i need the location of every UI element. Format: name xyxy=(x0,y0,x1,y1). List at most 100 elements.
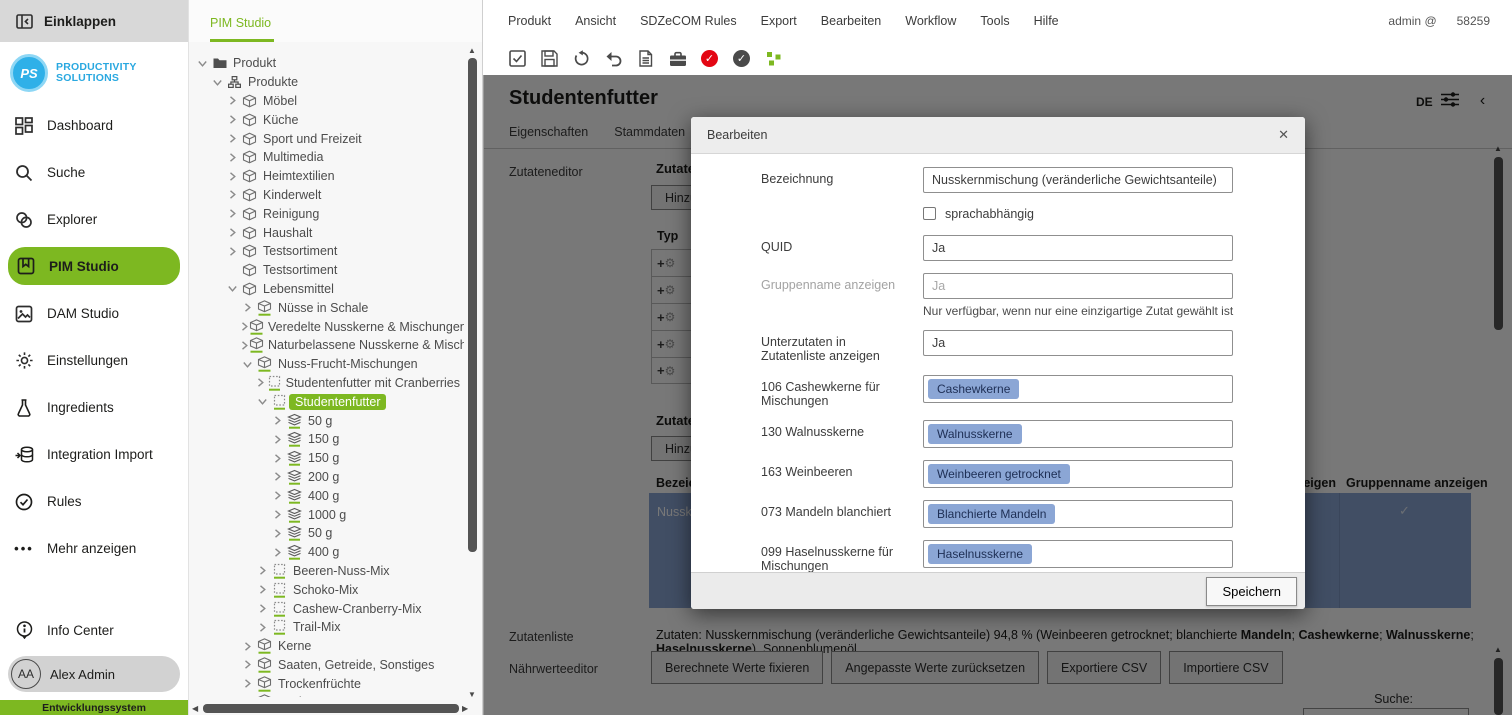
tree-node[interactable]: 50 g xyxy=(189,524,464,543)
tree-horizontal-scrollbar[interactable] xyxy=(203,704,459,713)
sidebar-item-pim-studio[interactable]: PIM Studio xyxy=(8,247,180,285)
chevron-right-icon[interactable] xyxy=(225,96,240,105)
tree-node[interactable]: 150 g xyxy=(189,449,464,468)
tree-scroll-right-icon[interactable]: ▶ xyxy=(462,705,468,713)
collapse-sidebar-button[interactable]: Einklappen xyxy=(0,0,188,42)
chevron-down-icon[interactable] xyxy=(195,59,210,68)
save-icon[interactable] xyxy=(540,49,559,68)
tree-node[interactable]: 200 g xyxy=(189,468,464,487)
sprachabhaengig-checkbox[interactable] xyxy=(923,207,936,220)
structure-icon[interactable] xyxy=(764,49,783,68)
tree-node[interactable]: Nüsse in Schale xyxy=(189,298,464,317)
tree-node[interactable]: Multimedia xyxy=(189,148,464,167)
chevron-down-icon[interactable] xyxy=(210,78,225,87)
menu-ansicht[interactable]: Ansicht xyxy=(575,14,616,28)
tree-node[interactable]: Veredelte Nusskerne & Mischungen xyxy=(189,317,464,336)
tree-node[interactable]: Studentenfutter xyxy=(189,392,464,411)
zutat-130-input[interactable]: Walnusskerne xyxy=(923,420,1233,448)
user-menu[interactable]: AA Alex Admin xyxy=(8,656,180,692)
tree-node[interactable]: Kinderwelt xyxy=(189,186,464,205)
tree-node[interactable]: Beeren-Nuss-Mix xyxy=(189,562,464,581)
zutat-099-input[interactable]: Haselnusskerne xyxy=(923,540,1233,568)
document-icon[interactable] xyxy=(636,49,655,68)
chevron-right-icon[interactable] xyxy=(270,472,285,481)
menu-workflow[interactable]: Workflow xyxy=(905,14,956,28)
tree-node[interactable]: 400 g xyxy=(189,486,464,505)
tree-node[interactable]: Studentenfutter mit Cranberries xyxy=(189,374,464,393)
tree-node[interactable]: Küche xyxy=(189,110,464,129)
bezeichnung-input[interactable] xyxy=(923,167,1233,193)
tree-scroll-up-icon[interactable]: ▲ xyxy=(468,47,476,55)
chevron-right-icon[interactable] xyxy=(240,322,249,331)
chevron-right-icon[interactable] xyxy=(225,247,240,256)
chevron-right-icon[interactable] xyxy=(225,172,240,181)
refresh-icon[interactable] xyxy=(572,49,591,68)
undo-icon[interactable] xyxy=(604,49,623,68)
chevron-right-icon[interactable] xyxy=(270,435,285,444)
sidebar-item-mehr-anzeigen[interactable]: •••Mehr anzeigen xyxy=(0,525,188,572)
chevron-right-icon[interactable] xyxy=(270,510,285,519)
chevron-right-icon[interactable] xyxy=(225,134,240,143)
sidebar-item-rules[interactable]: Rules xyxy=(0,478,188,525)
chevron-right-icon[interactable] xyxy=(255,623,270,632)
sidebar-item-suche[interactable]: Suche xyxy=(0,149,188,196)
tree-node[interactable]: Möbel xyxy=(189,92,464,111)
chevron-right-icon[interactable] xyxy=(255,604,270,613)
tree-node[interactable]: Trockenfrüchte xyxy=(189,674,464,693)
tree-node[interactable]: Produkte xyxy=(189,73,464,92)
chevron-right-icon[interactable] xyxy=(240,679,255,688)
tree-node[interactable]: 400 g xyxy=(189,543,464,562)
tree-node[interactable]: Sport und Freizeit xyxy=(189,129,464,148)
sidebar-item-integration-import[interactable]: Integration Import xyxy=(0,431,188,478)
tree-node[interactable]: Reinigung xyxy=(189,204,464,223)
ingredient-tag[interactable]: Haselnusskerne xyxy=(928,544,1032,564)
tree-vertical-scrollbar[interactable] xyxy=(468,58,477,552)
validation-error-icon[interactable]: ✓ xyxy=(700,49,719,68)
tree-node[interactable]: 1000 g xyxy=(189,505,464,524)
menu-export[interactable]: Export xyxy=(761,14,797,28)
validation-ok-icon[interactable]: ✓ xyxy=(732,49,751,68)
chevron-right-icon[interactable] xyxy=(240,341,249,350)
chevron-right-icon[interactable] xyxy=(225,115,240,124)
menu-sdzecom-rules[interactable]: SDZeCOM Rules xyxy=(640,14,737,28)
unterzutaten-anzeigen-input[interactable] xyxy=(923,330,1233,356)
save-all-icon[interactable] xyxy=(508,49,527,68)
chevron-right-icon[interactable] xyxy=(240,660,255,669)
menu-tools[interactable]: Tools xyxy=(980,14,1009,28)
sidebar-item-dam-studio[interactable]: DAM Studio xyxy=(0,290,188,337)
tree-node[interactable]: Schoko-Mix xyxy=(189,580,464,599)
zutat-106-input[interactable]: Cashewkerne xyxy=(923,375,1233,403)
tree-node[interactable]: Testsortiment xyxy=(189,242,464,261)
chevron-right-icon[interactable] xyxy=(255,378,267,387)
ingredient-tag[interactable]: Cashewkerne xyxy=(928,379,1019,399)
tree-node[interactable]: Cashew-Cranberry-Mix xyxy=(189,599,464,618)
toolbox-icon[interactable] xyxy=(668,49,687,68)
tree-node[interactable]: Testsortiment xyxy=(189,261,464,280)
tree-node[interactable]: Lebensmittel xyxy=(189,280,464,299)
tree-node[interactable]: Kerne xyxy=(189,637,464,656)
tree-node[interactable]: Saaten, Getreide, Sonstiges xyxy=(189,656,464,675)
sidebar-item-explorer[interactable]: Explorer xyxy=(0,196,188,243)
tree-node[interactable]: Heimtextilien xyxy=(189,167,464,186)
zutat-163-input[interactable]: Weinbeeren getrocknet xyxy=(923,460,1233,488)
tree-node[interactable]: 150 g xyxy=(189,430,464,449)
chevron-down-icon[interactable] xyxy=(225,284,240,293)
menu-bearbeiten[interactable]: Bearbeiten xyxy=(821,14,881,28)
tree-node[interactable]: Haushalt xyxy=(189,223,464,242)
chevron-down-icon[interactable] xyxy=(240,360,255,369)
ingredient-tag[interactable]: Weinbeeren getrocknet xyxy=(928,464,1070,484)
tree-node[interactable]: Naturbelassene Nusskerne & Mischungen xyxy=(189,336,464,355)
chevron-right-icon[interactable] xyxy=(225,153,240,162)
close-icon[interactable]: ✕ xyxy=(1278,127,1289,143)
ingredient-tag[interactable]: Walnusskerne xyxy=(928,424,1022,444)
zutat-073-input[interactable]: Blanchierte Mandeln xyxy=(923,500,1233,528)
chevron-right-icon[interactable] xyxy=(240,642,255,651)
chevron-right-icon[interactable] xyxy=(225,190,240,199)
ingredient-tag[interactable]: Blanchierte Mandeln xyxy=(928,504,1055,524)
chevron-right-icon[interactable] xyxy=(225,228,240,237)
chevron-right-icon[interactable] xyxy=(270,416,285,425)
tree-scroll-down-icon[interactable]: ▼ xyxy=(468,691,476,699)
sidebar-item-dashboard[interactable]: Dashboard xyxy=(0,102,188,149)
chevron-right-icon[interactable] xyxy=(270,491,285,500)
sidebar-item-einstellungen[interactable]: Einstellungen xyxy=(0,337,188,384)
